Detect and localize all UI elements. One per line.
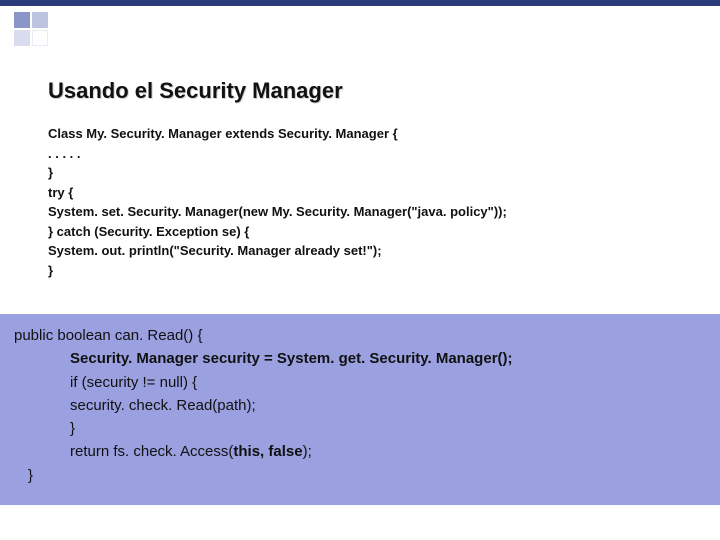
deco-sq-2 [32, 12, 48, 28]
top-border [0, 0, 720, 6]
code2-line5: } [14, 417, 706, 440]
corner-decoration [14, 12, 48, 46]
code2-line2: Security. Manager security = System. get… [14, 347, 706, 370]
code1-line1: Class My. Security. Manager extends Secu… [48, 124, 688, 144]
code1-line2: . . . . . [48, 144, 688, 164]
deco-sq-3 [14, 30, 30, 46]
code1-line6: } catch (Security. Exception se) { [48, 222, 688, 242]
code2-line1: public boolean can. Read() { [14, 324, 706, 347]
code1-line5: System. set. Security. Manager(new My. S… [48, 202, 688, 222]
code2-line7: } [14, 464, 706, 487]
code2-l6c: ); [303, 443, 312, 460]
code2-line3: if (security != null) { [14, 371, 706, 394]
code1-line3: } [48, 163, 688, 183]
code-block-example: public boolean can. Read() { Security. M… [0, 314, 720, 505]
code2-l6b: this, false [233, 443, 302, 460]
deco-sq-4 [32, 30, 48, 46]
slide-title: Usando el Security Manager [48, 78, 343, 104]
deco-sq-1 [14, 12, 30, 28]
code1-line4: try { [48, 183, 688, 203]
code1-line8: } [48, 261, 688, 281]
code-block-main: Class My. Security. Manager extends Secu… [48, 124, 688, 280]
code2-line6: return fs. check. Access(this, false); [14, 440, 706, 463]
code2-l6a: return fs. check. Access( [70, 443, 233, 460]
code2-line4: security. check. Read(path); [14, 394, 706, 417]
code1-line7: System. out. println("Security. Manager … [48, 241, 688, 261]
